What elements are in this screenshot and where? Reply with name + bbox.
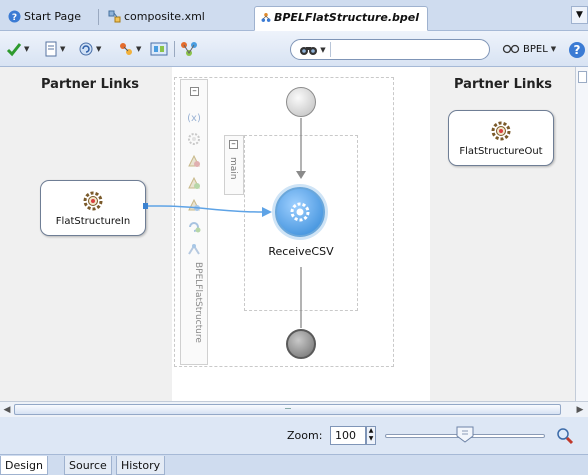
diagram-button[interactable] — [150, 40, 168, 58]
zoom-bar: Zoom: 100 ▲ ▼ — [0, 417, 588, 454]
receive-activity-receivecsv[interactable] — [275, 187, 325, 237]
vertical-scroll-thumb[interactable] — [578, 71, 587, 83]
scroll-left-icon[interactable]: ◀ — [1, 404, 13, 416]
chevron-down-icon: ▼ — [136, 45, 142, 53]
zoom-value-field[interactable]: 100 — [330, 426, 366, 445]
layout-button[interactable] — [180, 40, 198, 58]
refresh-icon — [79, 42, 93, 56]
scroll-grip — [285, 408, 291, 411]
bookmark-icon — [45, 41, 57, 57]
tab-design[interactable]: Design — [0, 456, 48, 475]
chevron-down-icon: ▼ — [60, 45, 66, 53]
help-circle-icon: ? — [8, 10, 21, 23]
tab-list-dropdown[interactable]: ▼ — [571, 6, 588, 24]
chevron-down-icon: ▼ — [550, 45, 557, 53]
start-arrowhead — [296, 171, 306, 179]
toolbar-separator — [174, 41, 175, 57]
process-start-node[interactable] — [286, 87, 316, 117]
horizontal-scrollbar[interactable]: ◀ ▶ — [0, 401, 588, 417]
bpel-process-icon — [261, 13, 271, 22]
bpel-menu-button[interactable]: BPEL ▼ — [502, 40, 556, 58]
search-input[interactable] — [335, 42, 475, 57]
tab-label: BPELFlatStructure.bpel — [273, 11, 419, 24]
tab-label: Start Page — [24, 10, 81, 23]
diagram-icon — [150, 42, 168, 56]
help-icon[interactable]: ? — [568, 41, 586, 59]
deploy-button[interactable]: ▼ — [118, 40, 141, 58]
bpel-menu-label: BPEL — [523, 43, 548, 55]
zoom-label: Zoom: — [287, 429, 323, 442]
refresh-button[interactable]: ▼ — [78, 40, 101, 58]
receive-activity-label: ReceiveCSV — [268, 245, 334, 258]
tab-start-page[interactable]: ? Start Page — [2, 6, 89, 31]
tab-label: composite.xml — [124, 10, 205, 23]
svg-text:?: ? — [574, 43, 581, 57]
search-options-button[interactable]: ▼ — [295, 42, 331, 57]
glasses-icon — [502, 44, 520, 54]
tab-bpel-file[interactable]: BPELFlatStructure.bpel — [254, 6, 428, 31]
chevron-down-icon: ▼ — [96, 45, 102, 53]
scroll-right-icon[interactable]: ▶ — [574, 404, 586, 416]
receive-gear-icon — [290, 202, 310, 222]
chevron-down-icon: ▼ — [24, 45, 30, 53]
vertical-scrollbar[interactable] — [575, 67, 588, 401]
horizontal-scroll-thumb[interactable] — [14, 404, 561, 415]
layout-icon — [181, 42, 197, 56]
composite-icon — [108, 10, 121, 23]
svg-text:?: ? — [12, 13, 17, 23]
tab-source[interactable]: Source — [64, 456, 112, 475]
editor-toolbar: ▼ ▼ ▼ ▼ ▼ BPEL ▼ ? — [0, 31, 588, 67]
zoom-spinner[interactable]: ▲ ▼ — [366, 426, 376, 445]
partner-link-wire — [146, 205, 263, 213]
deploy-icon — [120, 43, 132, 55]
chevron-down-icon: ▼ — [320, 45, 326, 54]
bpel-design-canvas[interactable]: Partner Links Partner Links FlatStructur… — [0, 67, 575, 401]
tab-separator — [98, 9, 99, 25]
partner-link-arrowhead — [262, 207, 272, 217]
bookmark-button[interactable]: ▼ — [44, 40, 65, 58]
tab-composite[interactable]: composite.xml — [102, 6, 213, 31]
search-box: ▼ — [290, 39, 490, 60]
validate-check-icon — [6, 43, 22, 57]
partner-link-port — [143, 203, 148, 209]
process-end-node[interactable] — [286, 329, 316, 359]
tab-history[interactable]: History — [116, 456, 166, 475]
zoom-slider-thumb[interactable] — [456, 426, 474, 443]
editor-view-tabs: Design Source History — [0, 454, 588, 475]
zoom-fit-icon[interactable] — [556, 427, 574, 445]
validate-button[interactable]: ▼ — [6, 40, 29, 58]
editor-tab-strip: ? Start Page composite.xml BPELFlatStruc… — [0, 0, 588, 31]
binoculars-icon — [300, 46, 318, 55]
